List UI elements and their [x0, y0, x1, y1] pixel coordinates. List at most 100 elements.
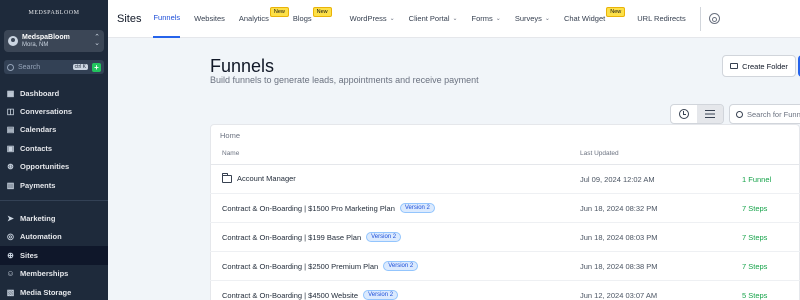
tab-label: WordPress: [349, 14, 387, 23]
chevron-down-icon: ⌄: [544, 16, 550, 22]
sidebar-item-payments[interactable]: ▥ Payments: [0, 176, 108, 194]
funnel-search-input[interactable]: [747, 109, 800, 119]
sidebar-item-sites[interactable]: ⊕ Sites: [0, 246, 108, 265]
column-header-updated[interactable]: Last Updated: [580, 150, 619, 157]
tab-label: Chat Widget: [563, 14, 606, 23]
row-updated: Jun 18, 2024 08:03 PM: [580, 233, 658, 242]
page-title: Funnels: [210, 56, 275, 76]
row-name-text[interactable]: Contract & On-Boarding | $199 Base Plan: [222, 233, 361, 242]
sidebar-item-label: Memberships: [20, 269, 69, 279]
logo-text: MEDSPABLOOM: [28, 10, 80, 16]
version-badge: Version 2: [383, 261, 419, 271]
sidebar-item-label: Automation: [20, 232, 62, 242]
row-steps[interactable]: 5 Steps: [742, 291, 767, 300]
row-steps[interactable]: 7 Steps: [742, 204, 767, 213]
version-badge: Version 2: [363, 290, 399, 300]
sidebar-search-placeholder: Search: [18, 63, 41, 71]
sidebar-item-marketing[interactable]: ➤ Marketing: [0, 209, 108, 227]
table-row[interactable]: Contract & On-Boarding | $4500 Website Ve…: [210, 281, 800, 300]
sidebar-item-label: Dashboard: [20, 88, 60, 98]
tab-websites[interactable]: Websites: [194, 0, 225, 38]
sidebar-item-automation[interactable]: ◎ Automation: [0, 228, 108, 246]
tab-forms[interactable]: Forms ⌄: [472, 0, 501, 38]
create-folder-label: Create Folder: [742, 61, 788, 71]
dashboard-icon: ▦: [6, 88, 15, 98]
folder-plus-icon: [730, 63, 739, 69]
row-name-text[interactable]: Contract & On-Boarding | $1500 Pro Marke…: [222, 204, 395, 213]
row-name: Contract & On-Boarding | $1500 Pro Marke…: [222, 203, 435, 213]
main-content: Funnels Build funnels to generate leads,…: [108, 38, 800, 300]
row-updated: Jun 18, 2024 08:38 PM: [580, 262, 658, 271]
tab-label: Analytics: [238, 14, 269, 23]
breadcrumb[interactable]: Home: [220, 131, 240, 140]
sidebar-item-media-storage[interactable]: ▧ Media Storage: [0, 283, 108, 300]
sites-icon: ⊕: [7, 250, 14, 260]
row-name-text[interactable]: Account Manager: [237, 174, 296, 183]
page-subtitle: Build funnels to generate leads, appoint…: [210, 75, 479, 85]
row-steps[interactable]: 7 Steps: [742, 262, 767, 271]
tab-blogs[interactable]: Blogs New: [293, 0, 332, 38]
tab-funnels[interactable]: Funnels: [153, 0, 181, 38]
recent-view-button[interactable]: [671, 105, 697, 123]
row-updated: Jun 18, 2024 08:32 PM: [580, 204, 658, 213]
table-row[interactable]: Account Manager Jul 09, 2024 12:02 AM 1 …: [210, 165, 800, 194]
media-icon: ▧: [6, 287, 15, 297]
sidebar-item-label: Sites: [20, 250, 38, 260]
sidebar-item-calendars[interactable]: ▤ Calendars: [0, 121, 108, 139]
payments-icon: ▥: [6, 180, 15, 190]
sidebar-item-label: Marketing: [20, 214, 56, 224]
sidebar-item-label: Media Storage: [20, 287, 72, 297]
list-view-button[interactable]: [697, 105, 723, 123]
row-name-text[interactable]: Contract & On-Boarding | $2500 Premium P…: [222, 262, 378, 271]
chat-icon: ◫: [6, 107, 15, 117]
contacts-icon: ▣: [6, 143, 15, 153]
tab-chat-widget[interactable]: Chat Widget New: [563, 0, 626, 38]
sidebar-item-memberships[interactable]: ☺ Memberships: [0, 265, 108, 283]
sidebar-item-opportunities[interactable]: ⊛ Opportunities: [0, 158, 108, 176]
sidebar-item-label: Opportunities: [20, 162, 70, 172]
version-badge: Version 2: [366, 232, 402, 242]
location-icon: [8, 36, 18, 46]
sidebar-item-contacts[interactable]: ▣ Contacts: [0, 139, 108, 157]
sidebar-nav: ▦ Dashboard ◫ Conversations ▤ Calendars ▣ Co…: [0, 84, 108, 300]
new-badge: New: [606, 6, 626, 17]
sidebar-search[interactable]: Search ctrl K +: [4, 60, 104, 74]
automation-icon: ◎: [7, 232, 14, 242]
tab-label: Client Portal: [408, 14, 450, 23]
table-row[interactable]: Contract & On-Boarding | $199 Base Plan V…: [210, 223, 800, 252]
gear-icon[interactable]: [708, 13, 720, 24]
sidebar-item-label: Contacts: [20, 143, 53, 153]
tab-analytics[interactable]: Analytics New: [238, 0, 289, 38]
table-row[interactable]: Contract & On-Boarding | $2500 Premium P…: [210, 252, 800, 281]
account-switcher[interactable]: MedspaBloom Mora, NM ⌃ ⌄: [4, 30, 104, 52]
sidebar-item-conversations[interactable]: ◫ Conversations: [0, 102, 108, 120]
row-steps[interactable]: 7 Steps: [742, 233, 767, 242]
table-row[interactable]: Contract & On-Boarding | $1500 Pro Marke…: [210, 194, 800, 223]
row-name: Contract & On-Boarding | $4500 Website Ve…: [222, 290, 399, 300]
sidebar-item-label: Conversations: [20, 107, 73, 117]
opportunities-icon: ⊛: [7, 162, 14, 172]
calendar-icon: ▤: [6, 125, 15, 135]
funnel-search: [729, 104, 800, 124]
view-toggle: [670, 104, 724, 124]
row-name: Contract & On-Boarding | $2500 Premium P…: [222, 261, 419, 271]
chevron-down-icon: ⌄: [452, 16, 458, 22]
row-steps[interactable]: 1 Funnel: [742, 175, 771, 184]
memberships-icon: ☺: [6, 269, 15, 279]
tab-wordpress[interactable]: WordPress ⌄: [350, 0, 395, 38]
tab-url-redirects[interactable]: URL Redirects: [637, 0, 686, 38]
section-title: Sites: [117, 12, 142, 25]
tab-label: Websites: [194, 14, 225, 23]
create-folder-button[interactable]: Create Folder: [722, 55, 796, 77]
tab-label: URL Redirects: [637, 14, 686, 23]
sidebar-item-dashboard[interactable]: ▦ Dashboard: [0, 84, 108, 102]
sidebar-item-label: Payments: [20, 180, 56, 190]
quick-add-button[interactable]: +: [92, 62, 101, 72]
column-header-name[interactable]: Name: [222, 150, 239, 157]
tab-client-portal[interactable]: Client Portal ⌄: [409, 0, 458, 38]
sidebar-divider: [0, 200, 108, 202]
logo[interactable]: MEDSPABLOOM: [0, 0, 108, 26]
tab-surveys[interactable]: Surveys ⌄: [515, 0, 550, 38]
row-name: Account Manager: [221, 172, 296, 183]
row-name-text[interactable]: Contract & On-Boarding | $4500 Website: [222, 291, 358, 300]
